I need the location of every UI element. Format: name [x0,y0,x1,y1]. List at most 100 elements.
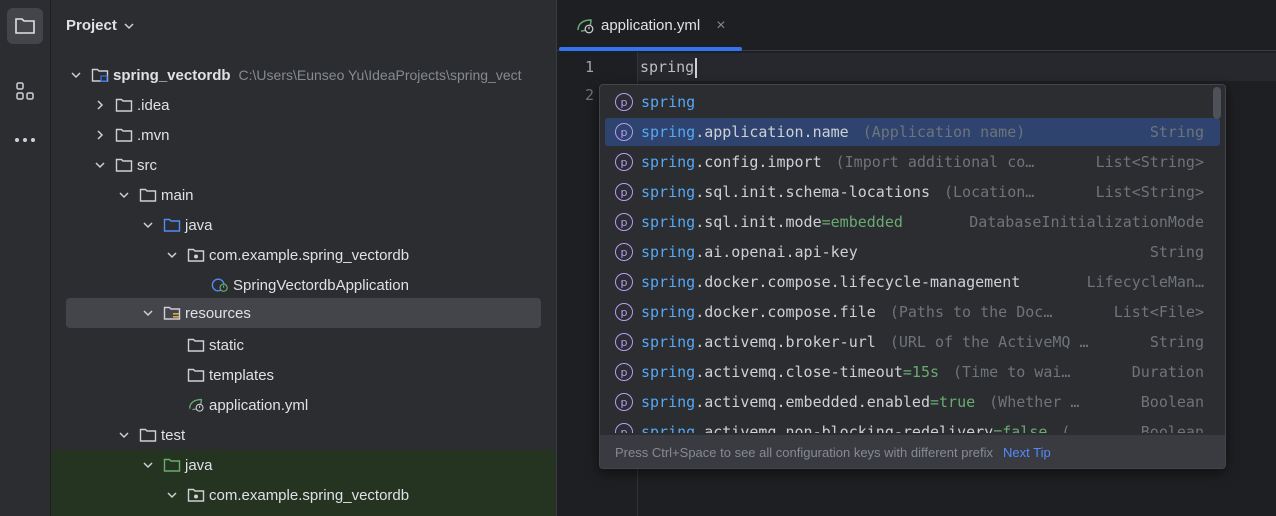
completion-match: spring [641,423,696,433]
completion-match: spring [641,93,696,111]
completion-scrollbar[interactable] [1213,87,1221,119]
property-icon: p [615,333,633,351]
completion-default-value: =false [993,423,1048,433]
completion-match: spring [641,393,696,411]
tree-item-label: com.example.spring_vectordb [209,246,410,264]
completion-default-value: =embedded [821,213,903,231]
next-tip-link[interactable]: Next Tip [1003,445,1051,460]
tree-item-package[interactable]: com.example.spring_vectordb [51,240,556,270]
chevron-down-icon[interactable] [93,158,107,172]
tree-item-test[interactable]: test [51,420,556,450]
completion-description: (Location… [944,183,1035,201]
completion-key: .activemq.close-timeout [695,363,903,381]
completion-item[interactable]: p spring .docker.compose.file (Paths to the… [605,298,1220,326]
completion-item[interactable]: p spring .activemq.broker-url (URL of the A… [605,328,1220,356]
chevron-down-icon[interactable] [117,428,131,442]
project-view-selector[interactable]: Project [66,17,135,34]
property-icon: p [615,273,633,291]
tree-item-static[interactable]: static [51,330,556,360]
completion-key: .sql.init.schema-locations [695,183,930,201]
completion-match: spring [641,213,696,231]
tree-item-application-class[interactable]: SpringVectordbApplication [51,270,556,300]
chevron-down-icon[interactable] [165,488,179,502]
completion-item[interactable]: p spring .sql.init.schema-locations (Locati… [605,178,1220,206]
chevron-down-icon[interactable] [69,68,83,82]
completion-popup: p spring p spring .application.name (Applicat… [599,84,1226,469]
tree-item-label: java [185,216,213,234]
folder-icon [139,427,157,443]
completion-description: (URL of the ActiveMQ … [889,333,1089,351]
completion-type: Boolean [1140,423,1204,433]
tree-item-main[interactable]: main [51,180,556,210]
completion-item[interactable]: p spring [605,88,1220,116]
completion-key: .activemq.broker-url [695,333,876,351]
completion-match: spring [641,363,696,381]
tree-item-templates[interactable]: templates [51,360,556,390]
completion-match: spring [641,273,696,291]
property-icon: p [615,423,633,433]
chevron-down-icon[interactable] [117,188,131,202]
completion-item[interactable]: p spring .activemq.close-timeout =15s (Time … [605,358,1220,386]
folder-icon [115,97,133,113]
chevron-right-icon[interactable] [93,128,107,142]
property-icon: p [615,363,633,381]
tree-item-java[interactable]: java [51,210,556,240]
tree-item-label: .mvn [137,126,170,144]
tree-item-root[interactable]: spring_vectordb C:\Users\Eunseo Yu\IdeaP… [51,60,556,90]
editor-tab-bar: application.yml × [557,0,1276,51]
completion-item[interactable]: p spring .application.name (Application nam… [605,118,1220,146]
chevron-down-icon[interactable] [141,458,155,472]
completion-item[interactable]: p spring .activemq.embedded.enabled =true (W… [605,388,1220,416]
completion-description: (Time to wai… [953,363,1071,381]
tree-item-label: spring_vectordb [113,66,231,84]
tree-item-label: SpringVectordbApplication [233,276,409,294]
property-icon: p [615,93,633,111]
more-tools-button[interactable] [7,122,43,158]
tree-item-idea[interactable]: .idea [51,90,556,120]
module-folder-icon [91,67,109,83]
completion-key: .docker.compose.lifecycle-management [695,273,1021,291]
chevron-down-icon[interactable] [141,218,155,232]
completion-match: spring [641,243,696,261]
completion-type: List<String> [1095,153,1204,171]
folder-icon [187,367,205,383]
text-caret [695,57,698,78]
folder-icon [115,127,133,143]
project-panel: Project spring_vectordb C:\Users\Eunseo … [51,0,556,516]
chevron-down-icon[interactable] [141,306,155,320]
completion-item[interactable]: p spring .docker.compose.lifecycle-managem… [605,268,1220,296]
tree-item-test-java[interactable]: java [51,450,556,480]
tree-item-test-package[interactable]: com.example.spring_vectordb [51,480,556,510]
completion-item[interactable]: p spring .sql.init.mode =embedded DatabaseIn… [605,208,1220,236]
package-icon [187,487,205,503]
source-folder-icon [163,217,181,233]
line-number: 2 [585,86,595,104]
completion-footer: Press Ctrl+Space to see all configuratio… [600,435,1225,468]
completion-description: (… [1061,423,1080,433]
tree-item-resources[interactable]: resources [51,298,556,328]
structure-tool-button[interactable] [7,73,43,109]
tree-item-mvn[interactable]: .mvn [51,120,556,150]
completion-item[interactable]: p spring .ai.openai.api-key String [605,238,1220,266]
completion-type: List<String> [1095,183,1204,201]
property-icon: p [615,393,633,411]
tree-item-src[interactable]: src [51,150,556,180]
close-icon[interactable]: × [716,17,725,35]
chevron-down-icon[interactable] [165,248,179,262]
tab-application-yml[interactable]: application.yml × [557,0,742,51]
project-tool-button[interactable] [7,8,43,44]
completion-key: .sql.init.mode [695,213,822,231]
tree-item-label: templates [209,366,275,384]
chevron-right-icon[interactable] [93,98,107,112]
tree-item-application-yml[interactable]: application.yml [51,390,556,420]
completion-type: List<File> [1113,303,1204,321]
completion-type: Boolean [1140,393,1204,411]
completion-key: .ai.openai.api-key [695,243,858,261]
completion-type: String [1149,123,1204,141]
code-line-1[interactable]: spring [640,55,698,79]
completion-item[interactable]: p spring .config.import (Import additional … [605,148,1220,176]
completion-key: .activemq.non-blocking-redelivery [695,423,994,433]
current-line-highlight [638,53,1276,81]
completion-type: String [1149,243,1204,261]
completion-item[interactable]: p spring .activemq.non-blocking-redelivery… [605,418,1220,433]
